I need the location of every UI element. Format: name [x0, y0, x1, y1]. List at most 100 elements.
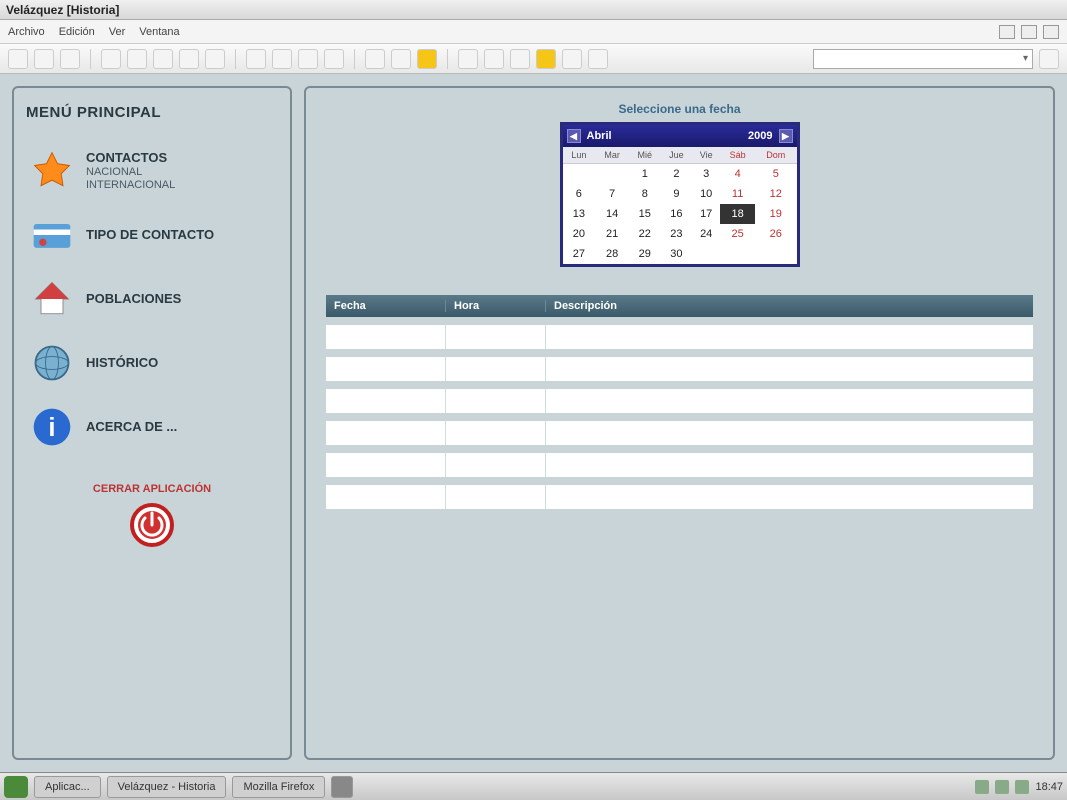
taskbar-item-active[interactable]: [331, 776, 353, 798]
calendar-day-cell[interactable]: 30: [661, 244, 693, 264]
table-row[interactable]: [326, 357, 1033, 381]
table-row[interactable]: [326, 325, 1033, 349]
toolbar-button[interactable]: [562, 49, 582, 69]
calendar-day-cell[interactable]: 15: [629, 204, 661, 224]
calendar-day-cell[interactable]: 6: [563, 184, 596, 204]
toolbar-button[interactable]: [588, 49, 608, 69]
taskbar-clock: 18:47: [1035, 781, 1063, 793]
calendar-day-cell[interactable]: 11: [720, 184, 755, 204]
calendar-day-header: Vie: [692, 147, 720, 164]
taskbar: Aplicac... Velázquez - Historia Mozilla …: [0, 772, 1067, 800]
toolbar-button[interactable]: [34, 49, 54, 69]
calendar-day-cell[interactable]: 27: [563, 244, 596, 264]
toolbar-button[interactable]: [272, 49, 292, 69]
calendar-day-cell[interactable]: 1: [629, 164, 661, 185]
toolbar-button[interactable]: [536, 49, 556, 69]
tray-icon[interactable]: [1015, 780, 1029, 794]
toolbar-button[interactable]: [324, 49, 344, 69]
toolbar-search[interactable]: ▾: [813, 49, 1033, 69]
taskbar-item[interactable]: Mozilla Firefox: [232, 776, 325, 798]
column-fecha[interactable]: Fecha: [326, 300, 446, 312]
toolbar-button[interactable]: [8, 49, 28, 69]
calendar-day-cell[interactable]: 12: [755, 184, 796, 204]
maximize-button[interactable]: [1021, 25, 1037, 39]
calendar-grid: LunMarMiéJueVieSábDom 123456789101112131…: [563, 147, 797, 264]
calendar-day-cell[interactable]: 10: [692, 184, 720, 204]
toolbar-button[interactable]: [417, 49, 437, 69]
toolbar-button[interactable]: [153, 49, 173, 69]
menu-file[interactable]: Archivo: [8, 26, 45, 38]
calendar-day-cell[interactable]: 24: [692, 224, 720, 244]
tray-icon[interactable]: [995, 780, 1009, 794]
calendar-day-cell[interactable]: 3: [692, 164, 720, 185]
sidebar-item-label: CONTACTOS: [86, 150, 167, 165]
sidebar-item-acerca[interactable]: i ACERCA DE ...: [26, 395, 278, 459]
calendar-day-cell[interactable]: 5: [755, 164, 796, 185]
taskbar-item[interactable]: Velázquez - Historia: [107, 776, 227, 798]
calendar-day-cell: [563, 164, 596, 185]
star-icon: [30, 149, 74, 193]
calendar-month: Abril: [581, 130, 749, 142]
calendar-prev-button[interactable]: ◀: [567, 129, 581, 143]
toolbar-button[interactable]: [510, 49, 530, 69]
calendar-day-cell[interactable]: 16: [661, 204, 693, 224]
toolbar-button[interactable]: [127, 49, 147, 69]
sidebar-item-contactos[interactable]: CONTACTOS NACIONAL INTERNACIONAL: [26, 139, 278, 203]
close-window-button[interactable]: [1043, 25, 1059, 39]
toolbar-button[interactable]: [365, 49, 385, 69]
toolbar-button[interactable]: [1039, 49, 1059, 69]
calendar-day-cell[interactable]: 2: [661, 164, 693, 185]
calendar-day-cell[interactable]: 28: [595, 244, 629, 264]
toolbar-button[interactable]: [101, 49, 121, 69]
toolbar-button[interactable]: [458, 49, 478, 69]
calendar-day-cell: [720, 244, 755, 264]
menu-window[interactable]: Ventana: [139, 26, 179, 38]
calendar-next-button[interactable]: ▶: [779, 129, 793, 143]
table-row[interactable]: [326, 389, 1033, 413]
calendar-day-cell[interactable]: 25: [720, 224, 755, 244]
table-row[interactable]: [326, 453, 1033, 477]
toolbar-button[interactable]: [179, 49, 199, 69]
sidebar-item-poblaciones[interactable]: POBLACIONES: [26, 267, 278, 331]
table-row[interactable]: [326, 421, 1033, 445]
calendar-day-cell[interactable]: 22: [629, 224, 661, 244]
toolbar-button[interactable]: [484, 49, 504, 69]
column-hora[interactable]: Hora: [446, 300, 546, 312]
table-row[interactable]: [326, 485, 1033, 509]
start-button[interactable]: [4, 776, 28, 798]
close-app-button[interactable]: [128, 501, 176, 549]
calendar-day-cell[interactable]: 9: [661, 184, 693, 204]
calendar-day-cell[interactable]: 18: [720, 204, 755, 224]
history-table: Fecha Hora Descripción: [326, 295, 1033, 509]
calendar-day-cell[interactable]: 17: [692, 204, 720, 224]
calendar-day-cell[interactable]: 13: [563, 204, 596, 224]
calendar-day-cell[interactable]: 23: [661, 224, 693, 244]
table-header: Fecha Hora Descripción: [326, 295, 1033, 317]
calendar-day-cell[interactable]: 29: [629, 244, 661, 264]
sidebar-item-label: HISTÓRICO: [86, 355, 158, 371]
sidebar-item-tipo-contacto[interactable]: TIPO DE CONTACTO: [26, 203, 278, 267]
menu-view[interactable]: Ver: [109, 26, 126, 38]
calendar-day-cell[interactable]: 4: [720, 164, 755, 185]
toolbar-button[interactable]: [391, 49, 411, 69]
menu-edit[interactable]: Edición: [59, 26, 95, 38]
calendar-day-cell[interactable]: 20: [563, 224, 596, 244]
calendar-day-cell[interactable]: 7: [595, 184, 629, 204]
toolbar-button[interactable]: [246, 49, 266, 69]
calendar-day-cell[interactable]: 19: [755, 204, 796, 224]
globe-icon: [30, 341, 74, 385]
sidebar-item-historico[interactable]: HISTÓRICO: [26, 331, 278, 395]
toolbar-button[interactable]: [205, 49, 225, 69]
tray-icon[interactable]: [975, 780, 989, 794]
toolbar-button[interactable]: [60, 49, 80, 69]
calendar-day-cell[interactable]: 14: [595, 204, 629, 224]
sidebar-item-label: TIPO DE CONTACTO: [86, 227, 214, 243]
calendar-day-cell[interactable]: 8: [629, 184, 661, 204]
taskbar-item[interactable]: Aplicac...: [34, 776, 101, 798]
calendar-day-header: Jue: [661, 147, 693, 164]
minimize-button[interactable]: [999, 25, 1015, 39]
calendar-day-cell[interactable]: 21: [595, 224, 629, 244]
column-descripcion[interactable]: Descripción: [546, 300, 1033, 312]
toolbar-button[interactable]: [298, 49, 318, 69]
calendar-day-cell[interactable]: 26: [755, 224, 796, 244]
